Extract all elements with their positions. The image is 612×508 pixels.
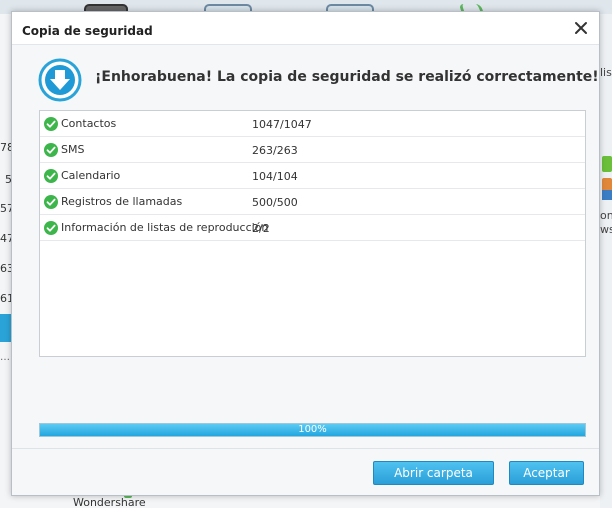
background-label: ont bbox=[600, 209, 612, 222]
dialog-title: Copia de seguridad bbox=[22, 24, 153, 38]
list-item: Información de listas de reproducción 2/… bbox=[40, 215, 585, 241]
item-label: Calendario bbox=[61, 169, 121, 182]
check-icon bbox=[44, 143, 58, 157]
check-icon bbox=[44, 169, 58, 183]
item-label: Contactos bbox=[61, 117, 117, 130]
close-button[interactable] bbox=[571, 18, 591, 38]
list-item: Contactos 1047/1047 bbox=[40, 111, 585, 137]
background-right-panel bbox=[600, 14, 612, 508]
open-folder-button[interactable]: Abrir carpeta bbox=[373, 461, 494, 485]
results-list: Contactos 1047/1047 SMS 263/263 Calendar… bbox=[39, 110, 586, 357]
success-message: ¡Enhorabuena! La copia de seguridad se r… bbox=[95, 69, 599, 85]
item-label: SMS bbox=[61, 143, 85, 156]
list-item: SMS 263/263 bbox=[40, 137, 585, 163]
check-icon bbox=[44, 195, 58, 209]
item-count: 263/263 bbox=[252, 144, 298, 157]
app-icon bbox=[602, 156, 612, 172]
item-label: Información de listas de reproducción bbox=[61, 221, 269, 234]
item-label: Registros de llamadas bbox=[61, 195, 183, 208]
check-icon bbox=[44, 117, 58, 131]
accept-button[interactable]: Aceptar bbox=[509, 461, 584, 485]
download-arrow-icon bbox=[38, 58, 82, 102]
item-count: 104/104 bbox=[252, 170, 298, 183]
item-count: 1047/1047 bbox=[252, 118, 312, 131]
item-count: 500/500 bbox=[252, 196, 298, 209]
list-item: Calendario 104/104 bbox=[40, 163, 585, 189]
dialog-footer: Abrir carpeta Aceptar bbox=[12, 448, 599, 495]
backup-dialog: Copia de seguridad ¡Enhorabuena! La copi… bbox=[11, 11, 600, 496]
item-count: 2/2 bbox=[252, 222, 270, 235]
close-icon bbox=[575, 22, 587, 34]
dialog-header: Copia de seguridad bbox=[12, 12, 599, 45]
background-label: lisp bbox=[600, 66, 612, 79]
list-item: Registros de llamadas 500/500 bbox=[40, 189, 585, 215]
progress-bar: 100% bbox=[39, 423, 586, 437]
background-label: ws bbox=[600, 223, 612, 236]
background-brand-label: Wondershare bbox=[73, 496, 146, 508]
check-icon bbox=[44, 221, 58, 235]
app-icon bbox=[602, 190, 612, 200]
progress-label: 100% bbox=[298, 424, 327, 435]
